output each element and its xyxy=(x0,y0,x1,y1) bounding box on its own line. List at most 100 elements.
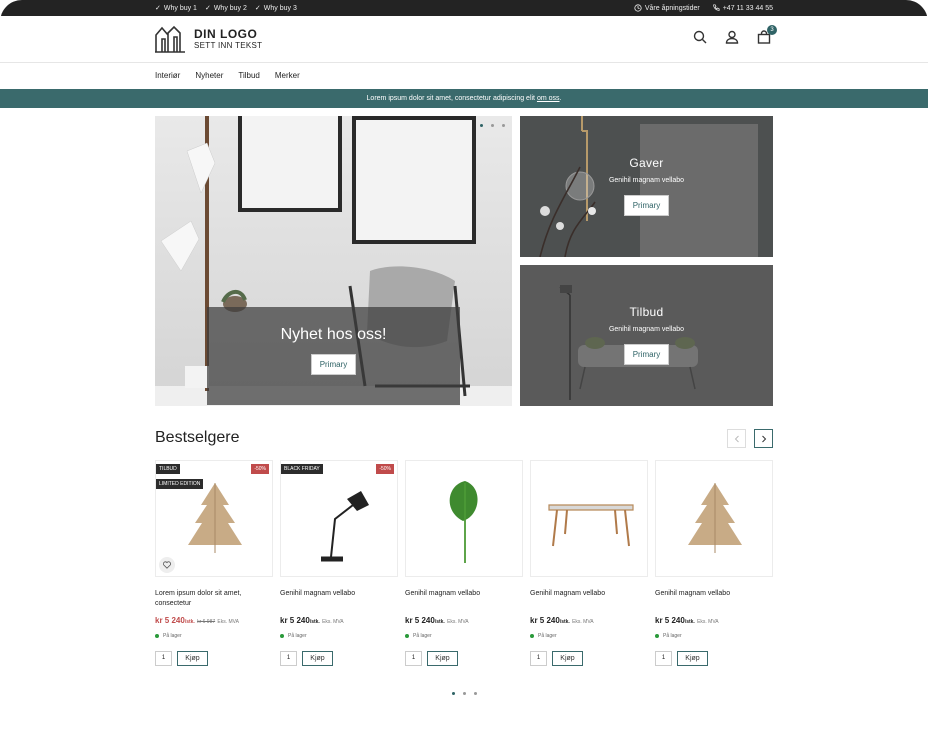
price-unit: /stk. xyxy=(559,619,570,625)
in-stock-dot xyxy=(530,634,534,638)
product-name[interactable]: Genihil magnam vellabo xyxy=(280,589,398,611)
buy-button[interactable]: Kjøp xyxy=(302,651,333,666)
price-unit: /stk. xyxy=(434,619,445,625)
category-tile-offers[interactable]: Tilbud Genihil magnam vellabo Primary xyxy=(520,265,773,406)
buy-button[interactable]: Kjøp xyxy=(177,651,208,666)
search-button[interactable] xyxy=(693,30,709,46)
logo[interactable]: DIN LOGO SETT INN TEKST xyxy=(154,25,262,53)
in-stock-dot xyxy=(655,634,659,638)
phone-link[interactable]: +47 11 33 44 55 xyxy=(712,4,773,12)
quantity-input[interactable]: 1 xyxy=(655,651,672,666)
tile-subtitle: Genihil magnam vellabo xyxy=(608,177,685,184)
vat-note: Eks. MVA xyxy=(322,619,344,625)
usp-item: ✓ Why buy 2 xyxy=(204,4,247,13)
buy-button[interactable]: Kjøp xyxy=(677,651,708,666)
product-name[interactable]: Genihil magnam vellabo xyxy=(405,589,523,611)
product-price-value: kr 5 240 xyxy=(280,616,310,625)
wooden-tree-image xyxy=(688,483,742,553)
nav-item-news[interactable]: Nyheter xyxy=(195,71,223,80)
product-image[interactable] xyxy=(655,460,773,577)
search-icon xyxy=(693,30,707,44)
tile-primary-button[interactable]: Primary xyxy=(623,344,670,365)
nav-item-offers[interactable]: Tilbud xyxy=(238,71,260,80)
product-tag: LIMITED EDITION xyxy=(156,479,204,489)
category-tile-gifts[interactable]: Gaver Genihil magnam vellabo Primary xyxy=(520,116,773,257)
hero-banner[interactable]: Nyhet hos oss! Primary xyxy=(155,116,512,406)
products-pagination-dot[interactable] xyxy=(474,692,477,695)
notice-suffix: . xyxy=(559,95,562,102)
quantity-input[interactable]: 1 xyxy=(405,651,422,666)
top-bar-right: Våre åpningstider +47 11 33 44 55 xyxy=(634,4,773,12)
buy-row: 1 Kjøp xyxy=(280,651,398,666)
buy-row: 1 Kjøp xyxy=(155,651,273,666)
quantity-input[interactable]: 1 xyxy=(280,651,297,666)
buy-row: 1 Kjøp xyxy=(655,651,773,666)
stock-status: På lager xyxy=(280,633,398,639)
tile-title: Tilbud xyxy=(629,305,664,319)
monstera-leaf-image xyxy=(449,481,478,563)
stock-status: På lager xyxy=(530,633,648,639)
product-card[interactable]: Genihil magnam vellabo kr 5 240/stk. Eks… xyxy=(655,460,773,666)
opening-hours-link[interactable]: Våre åpningstider xyxy=(634,4,700,12)
desk-lamp-image xyxy=(321,491,369,562)
hero-overlay: Nyhet hos oss! Primary xyxy=(207,307,460,405)
product-image[interactable] xyxy=(530,460,648,577)
product-price: kr 5 240/stk. Eks. MVA xyxy=(655,616,773,625)
product-price-value: kr 5 240 xyxy=(155,616,185,625)
product-image[interactable]: TILBUD LIMITED EDITION -50% xyxy=(155,460,273,577)
products-pagination-dot[interactable] xyxy=(463,692,466,695)
check-icon: ✓ xyxy=(204,5,211,12)
quantity-input[interactable]: 1 xyxy=(530,651,547,666)
vat-note: Eks. MVA xyxy=(447,619,469,625)
stock-status: På lager xyxy=(405,633,523,639)
wishlist-button[interactable] xyxy=(159,557,175,573)
user-icon xyxy=(725,30,739,44)
notice-bar: Lorem ipsum dolor sit amet, consectetur … xyxy=(0,89,928,108)
product-list: TILBUD LIMITED EDITION -50% Lorem ipsum … xyxy=(155,460,773,666)
product-price: kr 5 240/stk. kr 6 987 Eks. MVA xyxy=(155,616,273,625)
buy-button[interactable]: Kjøp xyxy=(552,651,583,666)
phone-icon xyxy=(712,4,720,11)
notice-link[interactable]: om oss xyxy=(537,95,560,102)
hero-primary-button[interactable]: Primary xyxy=(310,354,357,375)
cart-button[interactable]: 3 xyxy=(757,25,777,46)
main-nav: Interiør Nyheter Tilbud Merker xyxy=(155,71,300,80)
product-card[interactable]: BLACK FRIDAY -50% Genihil magnam vellabo… xyxy=(280,460,398,666)
logo-icon xyxy=(155,25,185,53)
price-unit: /stk. xyxy=(309,619,320,625)
product-price: kr 5 240/stk. Eks. MVA xyxy=(280,616,398,625)
tile-primary-button[interactable]: Primary xyxy=(623,195,670,216)
product-image[interactable] xyxy=(405,460,523,577)
hero-pagination-dot[interactable] xyxy=(502,124,505,127)
nav-item-interior[interactable]: Interiør xyxy=(155,71,180,80)
vat-note: Eks. MVA xyxy=(572,619,594,625)
buy-button[interactable]: Kjøp xyxy=(427,651,458,666)
price-unit: /stk. xyxy=(184,619,195,625)
product-image[interactable]: BLACK FRIDAY -50% xyxy=(280,460,398,577)
hero-pagination xyxy=(480,124,505,127)
product-card[interactable]: Genihil magnam vellabo kr 5 240/stk. Eks… xyxy=(405,460,523,666)
sale-badge: -50% xyxy=(251,464,269,474)
usp-item: ✓ Why buy 3 xyxy=(254,4,297,13)
buy-row: 1 Kjøp xyxy=(405,651,523,666)
clock-icon xyxy=(634,4,642,12)
carousel-next-button[interactable] xyxy=(754,429,773,448)
products-pagination-dot[interactable] xyxy=(452,692,455,695)
hero-pagination-dot[interactable] xyxy=(491,124,494,127)
old-price: kr 6 987 xyxy=(197,619,216,625)
in-stock-dot xyxy=(405,634,409,638)
hero-pagination-dot[interactable] xyxy=(480,124,483,127)
product-price: kr 5 240/stk. Eks. MVA xyxy=(530,616,648,625)
product-name[interactable]: Lorem ipsum dolor sit amet, consectetur xyxy=(155,589,273,611)
product-name[interactable]: Genihil magnam vellabo xyxy=(655,589,773,611)
account-button[interactable] xyxy=(725,30,741,46)
quantity-input[interactable]: 1 xyxy=(155,651,172,666)
vat-note: Eks. MVA xyxy=(217,619,239,625)
product-card[interactable]: Genihil magnam vellabo kr 5 240/stk. Eks… xyxy=(530,460,648,666)
nav-item-brands[interactable]: Merker xyxy=(275,71,300,80)
product-card[interactable]: TILBUD LIMITED EDITION -50% Lorem ipsum … xyxy=(155,460,273,666)
product-name[interactable]: Genihil magnam vellabo xyxy=(530,589,648,611)
carousel-prev-button[interactable] xyxy=(727,429,746,448)
heart-icon xyxy=(163,561,171,569)
logo-subtitle: SETT INN TEKST xyxy=(194,40,263,50)
